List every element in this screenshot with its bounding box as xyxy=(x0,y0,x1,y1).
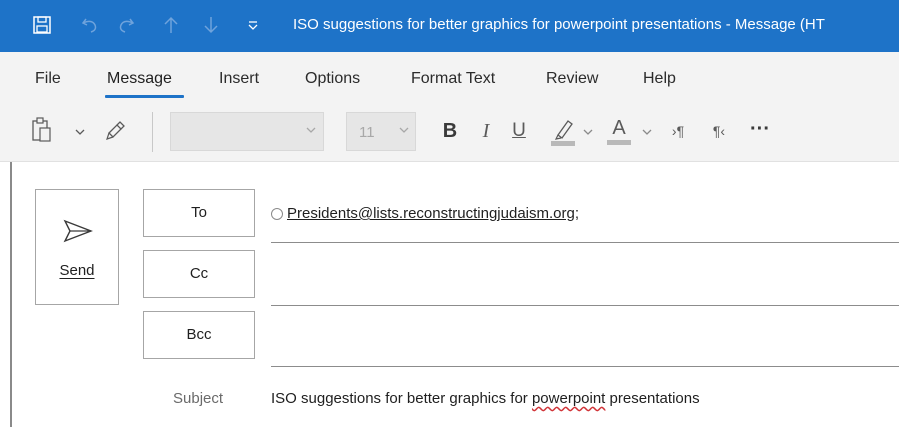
highlight-dropdown-chevron-icon[interactable] xyxy=(582,126,594,138)
bcc-button[interactable]: Bcc xyxy=(143,311,255,359)
bcc-label: Bcc xyxy=(186,326,212,343)
font-color-letter: A xyxy=(612,116,626,139)
cc-field[interactable] xyxy=(271,252,899,302)
menu-bar: File Message Insert Options Format Text … xyxy=(0,52,899,100)
send-label: Send xyxy=(59,262,95,279)
arrow-down-icon[interactable] xyxy=(200,12,222,38)
chevron-down-icon xyxy=(399,125,409,137)
format-painter-icon[interactable] xyxy=(104,118,128,142)
paste-dropdown-chevron-icon[interactable] xyxy=(74,126,86,138)
ribbon-divider xyxy=(152,112,153,152)
active-tab-indicator xyxy=(105,95,184,98)
tab-file[interactable]: File xyxy=(35,70,61,88)
cc-button[interactable]: Cc xyxy=(143,250,255,298)
send-button[interactable]: Send xyxy=(35,189,119,305)
window-title: ISO suggestions for better graphics for … xyxy=(293,16,825,33)
font-size-value: 11 xyxy=(359,124,375,141)
undo-icon[interactable] xyxy=(78,12,102,38)
tab-insert[interactable]: Insert xyxy=(219,70,259,88)
to-field-underline xyxy=(271,242,899,243)
recipient-separator: ; xyxy=(574,205,580,222)
highlighter-icon[interactable] xyxy=(549,114,577,148)
ltr-paragraph-button[interactable]: ›¶ xyxy=(665,120,691,142)
underline-button[interactable]: U xyxy=(509,118,529,144)
font-name-dropdown[interactable] xyxy=(170,112,324,151)
cc-label: Cc xyxy=(189,265,209,282)
tab-message[interactable]: Message xyxy=(107,70,172,88)
subject-field[interactable]: ISO suggestions for better graphics for … xyxy=(271,390,700,407)
subject-text-part: ISO suggestions for better graphics for xyxy=(271,390,532,407)
customize-qat-icon[interactable] xyxy=(244,12,262,38)
paste-icon[interactable] xyxy=(28,114,54,146)
tab-help[interactable]: Help xyxy=(643,70,676,88)
font-color-bar xyxy=(607,139,631,145)
bold-button[interactable]: B xyxy=(438,118,462,144)
send-icon xyxy=(62,218,94,249)
compose-left-border xyxy=(10,162,12,427)
bcc-field-underline xyxy=(271,366,899,367)
title-bar: ISO suggestions for better graphics for … xyxy=(0,0,899,52)
recipient-chip[interactable]: Presidents@lists.reconstructingjudaism.o… xyxy=(287,205,575,222)
italic-button[interactable]: I xyxy=(476,118,496,144)
arrow-up-icon[interactable] xyxy=(160,12,182,38)
tab-options[interactable]: Options xyxy=(305,70,360,88)
ribbon: 11 B I U A ›¶ ¶‹ ··· xyxy=(0,100,899,162)
rtl-paragraph-button[interactable]: ¶‹ xyxy=(706,120,732,142)
to-label: To xyxy=(191,204,207,221)
to-button[interactable]: To xyxy=(143,189,255,237)
font-size-dropdown[interactable]: 11 xyxy=(346,112,416,151)
cc-field-underline xyxy=(271,305,899,306)
tab-review[interactable]: Review xyxy=(546,70,598,88)
subject-misspelled-word: powerpoint xyxy=(531,390,606,407)
subject-label: Subject xyxy=(173,390,224,407)
font-color-button[interactable]: A xyxy=(606,112,632,148)
presence-status-icon xyxy=(271,207,283,220)
tab-format-text[interactable]: Format Text xyxy=(411,70,495,88)
redo-icon[interactable] xyxy=(114,12,138,38)
font-color-dropdown-chevron-icon[interactable] xyxy=(641,126,653,138)
save-icon[interactable] xyxy=(30,12,54,38)
subject-text-part: presentations xyxy=(605,390,700,407)
bcc-field[interactable] xyxy=(271,313,899,363)
chevron-down-icon xyxy=(306,125,316,137)
more-options-button[interactable]: ··· xyxy=(743,116,777,142)
to-field[interactable]: Presidents@lists.reconstructingjudaism.o… xyxy=(271,205,579,222)
